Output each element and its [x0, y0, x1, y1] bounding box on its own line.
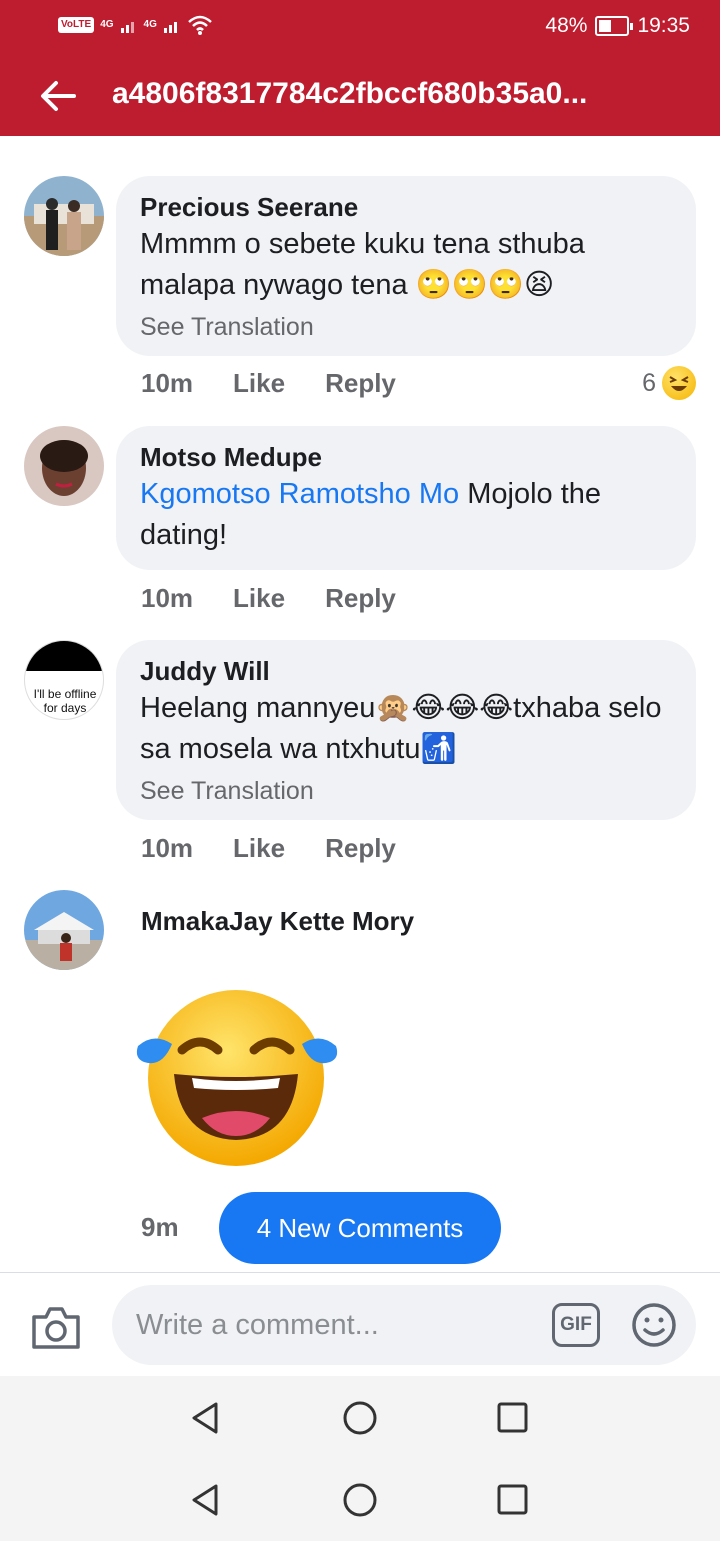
comment-author[interactable]: Precious Seerane	[140, 190, 672, 224]
reply-button[interactable]: Reply	[325, 368, 396, 399]
mention-link[interactable]: Kgomotso Ramotsho Mo	[140, 478, 459, 510]
nav-back-icon[interactable]	[186, 1480, 226, 1520]
avatar-caption: I'll be offline for days	[33, 687, 97, 715]
network-type-1: 4G	[100, 19, 114, 30]
see-translation-link[interactable]: See Translation	[140, 310, 672, 344]
comment-actions: 10m Like Reply	[141, 833, 396, 864]
comment-time: 10m	[141, 368, 194, 398]
comment-text: Mmmm o sebete kuku tena sthuba malapa ny…	[140, 228, 585, 301]
avatar[interactable]	[24, 426, 104, 506]
comment-composer: GIF	[0, 1272, 720, 1376]
back-arrow-icon[interactable]	[38, 76, 78, 116]
battery-percent: 48%	[545, 14, 588, 37]
nav-recents-icon[interactable]	[492, 1398, 532, 1438]
comment-actions: 10m Like Reply	[141, 583, 396, 614]
comment-author[interactable]: MmakaJay Kette Mory	[141, 904, 414, 938]
clock: 19:35	[637, 14, 690, 37]
laughing-squint-emoji-icon	[662, 366, 696, 400]
like-button[interactable]: Like	[233, 833, 285, 864]
gif-button[interactable]: GIF	[552, 1303, 600, 1347]
avatar[interactable]	[24, 176, 104, 256]
comment-actions: 10m Like Reply	[141, 368, 396, 399]
new-comments-button[interactable]: 4 New Comments	[219, 1192, 501, 1264]
comment-input[interactable]	[136, 1303, 536, 1347]
like-button[interactable]: Like	[233, 368, 285, 399]
nav-home-icon[interactable]	[340, 1398, 380, 1438]
comment-time: 9m	[141, 1212, 179, 1242]
avatar[interactable]: I'll be offline for days	[24, 640, 104, 720]
comment-author[interactable]: Juddy Will	[140, 654, 672, 688]
comment-author[interactable]: Motso Medupe	[140, 440, 672, 474]
network-type-2: 4G	[143, 19, 157, 30]
like-button[interactable]: Like	[233, 583, 285, 614]
comment-time: 10m	[141, 833, 194, 863]
see-translation-link[interactable]: See Translation	[140, 774, 672, 808]
comment-bubble[interactable]: Motso Medupe Kgomotso Ramotsho Mo Mojolo…	[116, 426, 696, 570]
signal-icon	[120, 22, 134, 33]
comment-input-box[interactable]: GIF	[112, 1285, 696, 1365]
tears-of-joy-emoji-icon	[132, 988, 342, 1168]
comment-time: 10m	[141, 583, 194, 613]
reaction-count: 6	[642, 368, 656, 397]
nav-recents-icon[interactable]	[492, 1480, 532, 1520]
volte-badge: VoLTE	[58, 17, 95, 33]
avatar[interactable]	[24, 890, 104, 970]
emoji-picker-icon[interactable]	[630, 1301, 678, 1349]
nav-home-icon[interactable]	[340, 1480, 380, 1520]
status-bar: VoLTE 4G 4G 48% 19:35	[0, 0, 720, 56]
page-title: a4806f8317784c2fbccf680b35a0...	[112, 77, 588, 110]
wifi-icon	[188, 15, 212, 35]
signal-icon-2	[163, 22, 177, 33]
comment-bubble[interactable]: Precious Seerane Mmmm o sebete kuku tena…	[116, 176, 696, 356]
comment-text: Heelang mannyeu🙊😂😂😂txhaba selo sa mosela…	[140, 692, 662, 765]
comment-text: Kgomotso Ramotsho Mo Mojolo the dating!	[140, 474, 672, 556]
system-nav-bar-secondary	[0, 1458, 720, 1541]
nav-back-icon[interactable]	[186, 1398, 226, 1438]
battery-icon	[595, 16, 634, 36]
reaction-summary[interactable]: 6	[642, 366, 696, 400]
camera-icon[interactable]	[30, 1303, 82, 1351]
system-nav-bar	[0, 1376, 720, 1460]
comment-bubble[interactable]: Juddy Will Heelang mannyeu🙊😂😂😂txhaba sel…	[116, 640, 696, 820]
reply-button[interactable]: Reply	[325, 583, 396, 614]
app-bar: VoLTE 4G 4G 48% 19:35 a4806f8317784c2fbc…	[0, 0, 720, 136]
reply-button[interactable]: Reply	[325, 833, 396, 864]
